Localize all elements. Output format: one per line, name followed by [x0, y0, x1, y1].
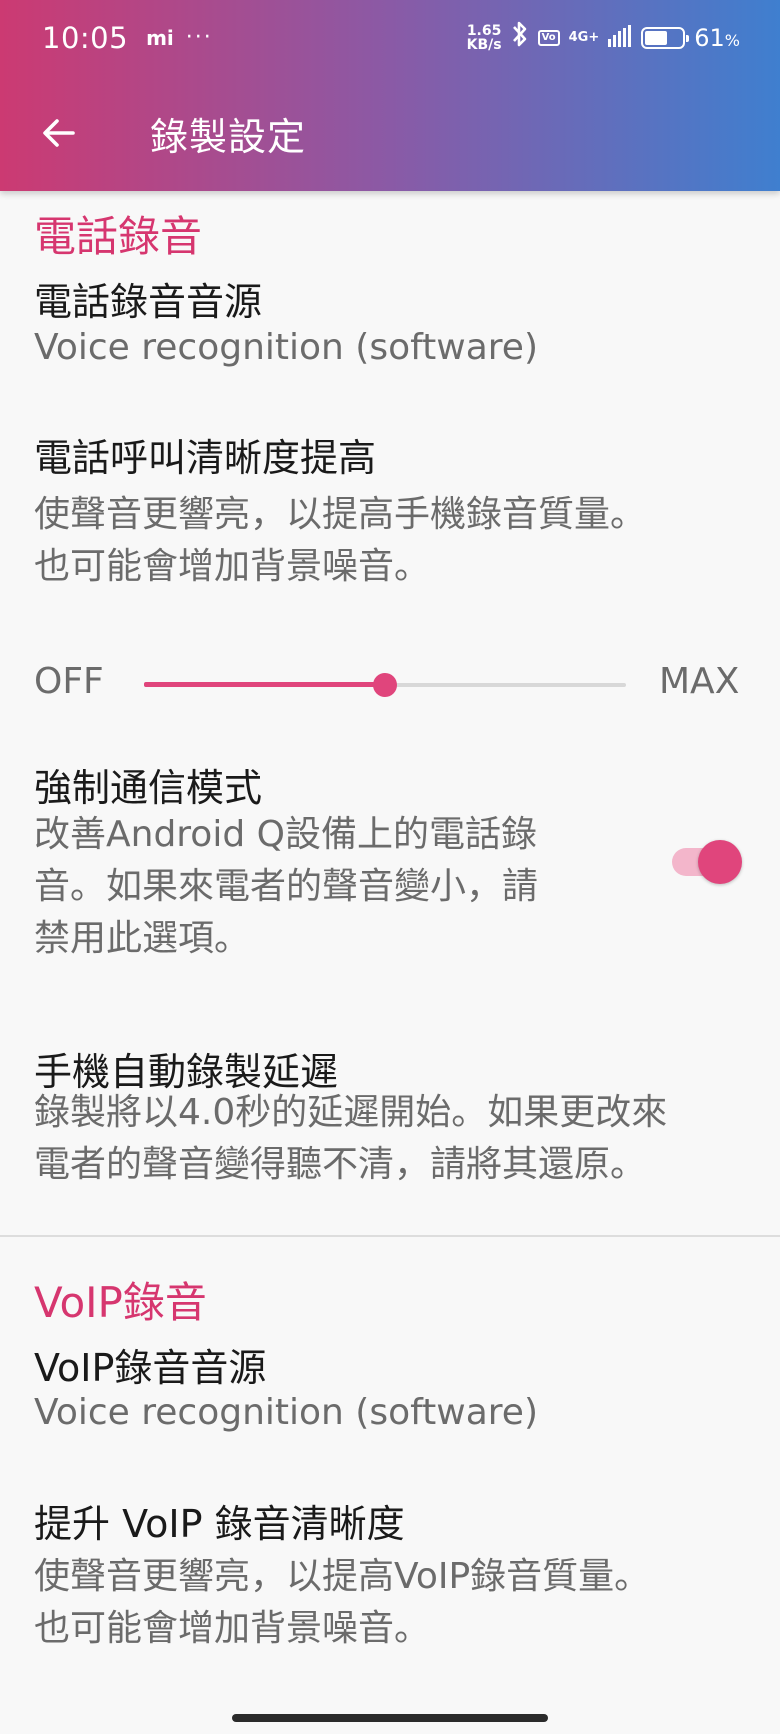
- slider-min-label: OFF: [34, 661, 104, 702]
- pref-voip-clarity-title: 提升 VoIP 錄音清晰度: [34, 1502, 405, 1546]
- back-button[interactable]: [0, 75, 118, 191]
- signal-icon: [608, 21, 632, 54]
- network-speed-value: 1.65: [466, 22, 502, 39]
- pref-phone-audio-source-title: 電話錄音音源: [34, 280, 263, 324]
- toolbar: 錄製設定: [0, 75, 780, 191]
- battery-level-fill: [645, 30, 668, 45]
- battery-icon: [641, 26, 690, 49]
- bluetooth-icon: [511, 20, 529, 55]
- app-header: 10:05 mi ··· 1.65 KB/s Vo 4G+ 61% 錄製設定: [0, 0, 780, 191]
- pref-voip-clarity-summary-2: 也可能會增加背景噪音。: [34, 1608, 431, 1649]
- arrow-left-icon: [43, 119, 75, 147]
- pref-force-comm-mode-summary-3: 禁用此選項。: [34, 918, 251, 959]
- battery-percent: 61%: [694, 24, 740, 52]
- page-title: 錄製設定: [150, 114, 307, 159]
- pref-auto-record-delay-summary-1: 錄製將以4.0秒的延遲開始。如果更改來: [34, 1092, 668, 1133]
- status-icons: 1.65 KB/s Vo 4G+ 61%: [467, 20, 740, 55]
- pref-force-comm-mode-title: 強制通信模式: [34, 766, 263, 810]
- slider-thumb[interactable]: [373, 673, 397, 697]
- pref-auto-record-delay-summary-2: 電者的聲音變得聽不清，請將其還原。: [34, 1144, 647, 1185]
- volte-icon: Vo: [537, 29, 560, 46]
- section-divider: [0, 1235, 780, 1237]
- pref-phone-clarity-title: 電話呼叫清晰度提高: [34, 436, 377, 480]
- force-comm-mode-switch[interactable]: [672, 840, 742, 884]
- section-title-voip: VoIP錄音: [34, 1278, 207, 1327]
- section-title-phone: 電話錄音: [34, 212, 203, 261]
- more-notifications-icon: ···: [185, 25, 213, 50]
- network-speed: 1.65 KB/s: [467, 24, 502, 52]
- pref-phone-audio-source-summary: Voice recognition (software): [34, 327, 538, 368]
- home-indicator[interactable]: [232, 1714, 548, 1722]
- network-type-icon: 4G+: [568, 30, 600, 45]
- mi-notification-icon: mi: [146, 25, 174, 50]
- pref-force-comm-mode-summary-1: 改善Android Q設備上的電話錄: [34, 814, 537, 855]
- slider-fill: [144, 682, 385, 687]
- pref-phone-clarity-summary-1: 使聲音更響亮，以提高手機錄音質量。: [34, 494, 647, 535]
- status-time: 10:05: [42, 20, 129, 55]
- battery-percent-unit: %: [724, 30, 740, 50]
- battery-percent-value: 61: [694, 23, 725, 52]
- pref-force-comm-mode-summary-2: 音。如果來電者的聲音變小，請: [34, 866, 539, 907]
- pref-voip-audio-source-title: VoIP錄音音源: [34, 1346, 267, 1390]
- phone-clarity-slider[interactable]: [144, 670, 626, 700]
- status-bar: 10:05 mi ··· 1.65 KB/s Vo 4G+ 61%: [0, 0, 780, 75]
- slider-max-label: MAX: [659, 661, 740, 702]
- network-speed-unit: KB/s: [466, 36, 502, 53]
- pref-voip-clarity-summary-1: 使聲音更響亮，以提高VoIP錄音質量。: [34, 1556, 651, 1597]
- switch-thumb: [698, 840, 742, 884]
- pref-voip-audio-source-summary: Voice recognition (software): [34, 1392, 538, 1433]
- pref-phone-clarity-summary-2: 也可能會增加背景噪音。: [34, 546, 431, 587]
